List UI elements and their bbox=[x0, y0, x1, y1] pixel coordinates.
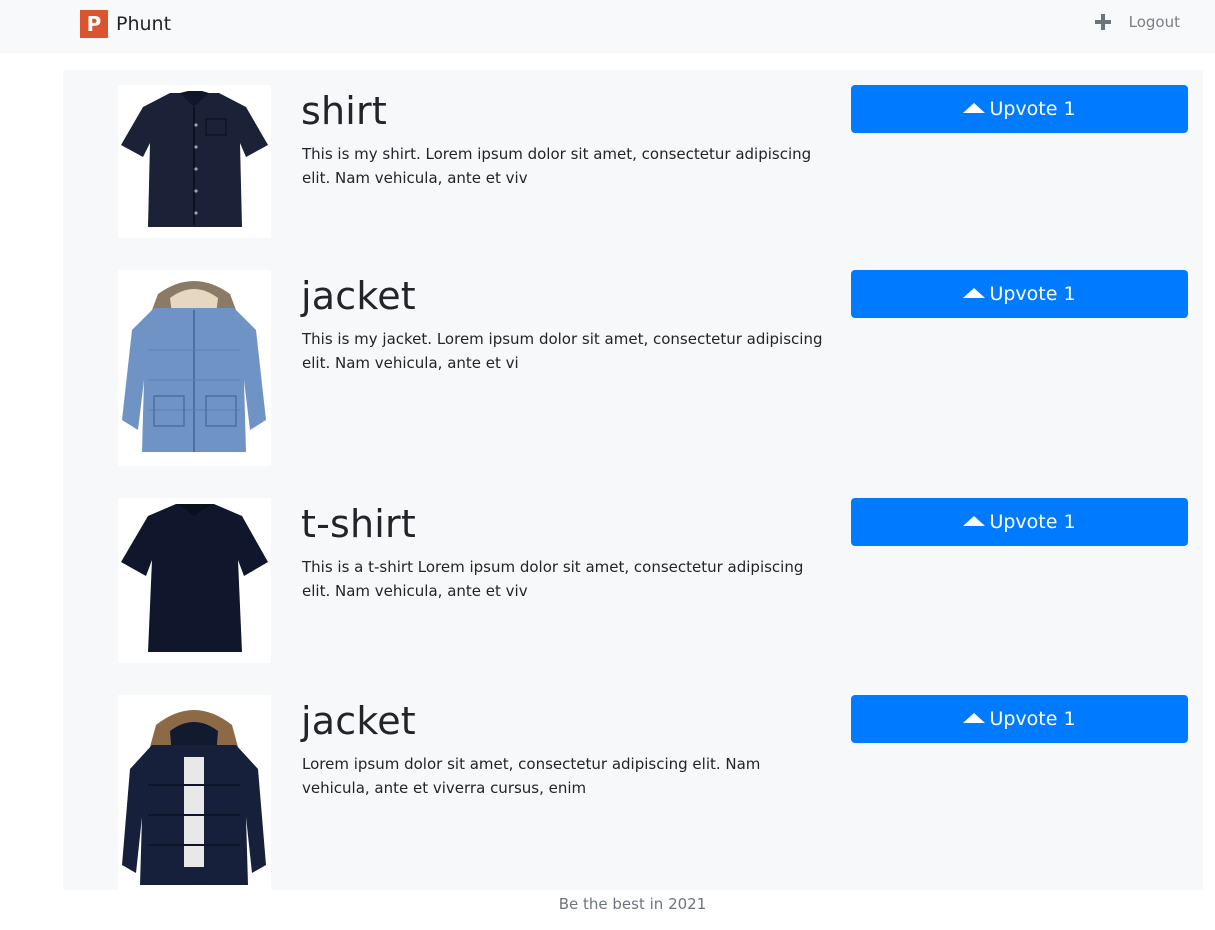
navbar: P Phunt Logout bbox=[0, 0, 1215, 53]
nav-actions: Logout bbox=[1094, 13, 1180, 31]
post-image[interactable] bbox=[118, 695, 271, 890]
caret-up-icon bbox=[963, 102, 986, 113]
logout-link[interactable]: Logout bbox=[1129, 13, 1180, 31]
brand-name: Phunt bbox=[116, 13, 172, 35]
post-title[interactable]: jacket bbox=[301, 274, 416, 318]
post-description: This is my shirt. Lorem ipsum dolor sit … bbox=[302, 145, 812, 187]
post-list: shirt This is my shirt. Lorem ipsum dolo… bbox=[63, 70, 1203, 890]
upvote-label: Upvote 1 bbox=[989, 708, 1076, 730]
plus-icon[interactable] bbox=[1094, 14, 1111, 30]
post-image[interactable] bbox=[118, 498, 271, 663]
upvote-button[interactable]: Upvote 1 bbox=[851, 85, 1188, 133]
upvote-button[interactable]: Upvote 1 bbox=[851, 498, 1188, 546]
caret-up-icon bbox=[963, 515, 986, 526]
post-title[interactable]: shirt bbox=[301, 89, 387, 133]
post-description: This is a t-shirt Lorem ipsum dolor sit … bbox=[302, 558, 804, 600]
post-image[interactable] bbox=[118, 85, 271, 238]
post-description: Lorem ipsum dolor sit amet, consectetur … bbox=[302, 755, 761, 797]
upvote-label: Upvote 1 bbox=[989, 283, 1076, 305]
post-image[interactable] bbox=[118, 270, 271, 466]
upvote-label: Upvote 1 bbox=[989, 98, 1076, 120]
post-title[interactable]: t-shirt bbox=[301, 502, 416, 546]
caret-up-icon bbox=[963, 712, 986, 723]
caret-up-icon bbox=[963, 287, 986, 298]
brand-link[interactable]: P Phunt bbox=[80, 10, 171, 38]
post-title[interactable]: jacket bbox=[301, 699, 416, 743]
upvote-button[interactable]: Upvote 1 bbox=[851, 270, 1188, 318]
post-description: This is my jacket. Lorem ipsum dolor sit… bbox=[302, 330, 823, 372]
upvote-label: Upvote 1 bbox=[989, 511, 1076, 533]
footer-text: Be the best in 2021 bbox=[558, 895, 707, 913]
brand-logo-icon: P bbox=[80, 10, 108, 38]
upvote-button[interactable]: Upvote 1 bbox=[851, 695, 1188, 743]
